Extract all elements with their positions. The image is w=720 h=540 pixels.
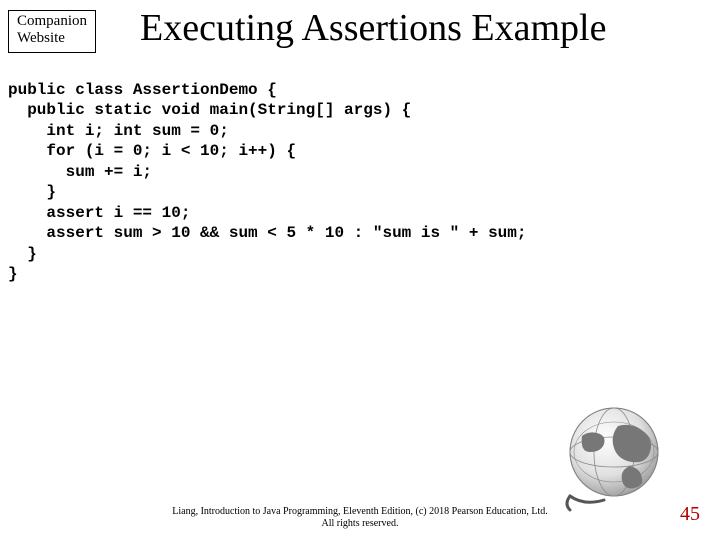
page-number: 45 [680, 503, 700, 526]
footer: Liang, Introduction to Java Programming,… [0, 506, 720, 530]
footer-line1: Liang, Introduction to Java Programming,… [0, 506, 720, 518]
slide-title: Executing Assertions Example [140, 6, 710, 50]
companion-website-badge: Companion Website [8, 10, 96, 53]
globe-icon [552, 396, 672, 516]
badge-line1: Companion [17, 13, 87, 30]
slide: Companion Website Executing Assertions E… [0, 0, 720, 540]
code-block: public class AssertionDemo { public stat… [8, 80, 712, 285]
badge-line2: Website [17, 30, 87, 47]
footer-line2: All rights reserved. [0, 518, 720, 530]
